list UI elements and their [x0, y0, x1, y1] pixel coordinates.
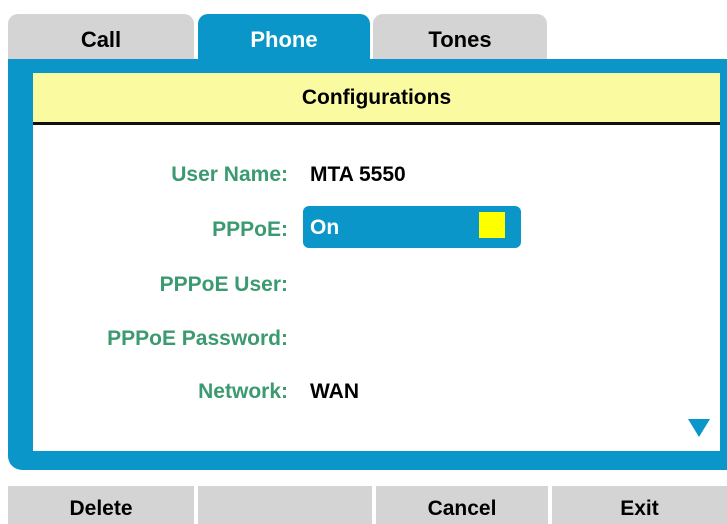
triangle-down-icon[interactable] — [688, 419, 710, 437]
pppoe-selector[interactable]: On — [303, 206, 521, 248]
panel-title-text: Configurations — [301, 85, 452, 109]
phone-screen: Call Phone Tones Configurations User Nam… — [0, 0, 727, 524]
tab-tones[interactable]: Tones — [373, 14, 547, 60]
softkey-blank[interactable] — [198, 486, 372, 524]
tab-tones-label: Tones — [428, 27, 492, 52]
softkey-cancel-label: Cancel — [427, 497, 497, 520]
softkey-cancel[interactable]: Cancel — [376, 486, 548, 524]
softkey-exit[interactable]: Exit — [552, 486, 727, 524]
network-value[interactable]: WAN — [310, 380, 359, 404]
checkbox-icon[interactable] — [479, 212, 505, 238]
user-name-value[interactable]: MTA 5550 — [310, 163, 406, 187]
user-name-label: User Name: — [171, 163, 288, 186]
pppoe-label: PPPoE: — [212, 218, 288, 241]
network-label: Network: — [198, 380, 288, 403]
configurations-panel: Configurations User Name: MTA 5550 PPPoE… — [33, 73, 720, 451]
panel-title: Configurations — [33, 73, 720, 125]
tab-phone[interactable]: Phone — [198, 14, 370, 60]
pppoe-user-label: PPPoE User: — [159, 273, 288, 296]
tab-call-label: Call — [80, 27, 122, 52]
tab-call[interactable]: Call — [8, 14, 194, 60]
softkey-exit-label: Exit — [620, 497, 659, 520]
softkey-delete[interactable]: Delete — [8, 486, 194, 524]
tab-phone-label: Phone — [250, 27, 318, 52]
pppoe-value: On — [310, 216, 340, 239]
softkey-delete-label: Delete — [69, 497, 133, 520]
pppoe-password-label: PPPoE Password: — [107, 327, 288, 350]
